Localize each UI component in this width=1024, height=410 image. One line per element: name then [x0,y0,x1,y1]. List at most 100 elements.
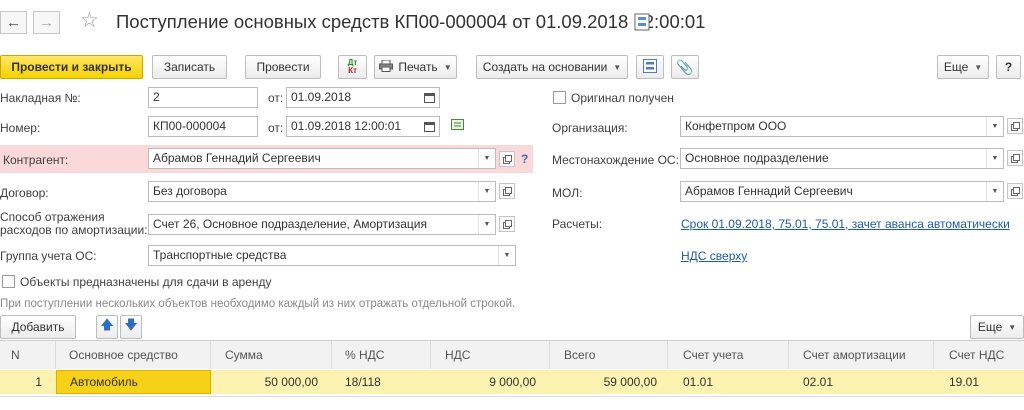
add-row-label: Добавить [11,320,65,334]
table-more-button[interactable]: Еще ▼ [970,315,1024,339]
table-cell-depreciation-account[interactable]: 02.01 [789,370,934,394]
post-and-close-button[interactable]: Провести и закрыть [0,55,143,79]
numbering-settings-icon[interactable] [451,119,466,135]
column-header-vat-account[interactable]: Счет НДС [934,341,1024,369]
depreciation-method-field[interactable]: Счет 26, Основное подразделение, Амортиз… [148,214,496,235]
more-label: Еще [943,60,969,74]
structure-button[interactable] [636,55,664,79]
mol-label: МОЛ: [552,186,583,200]
chevron-down-icon: ▼ [613,62,622,72]
counterparty-field[interactable]: Абрамов Геннадий Сергеевич ▼ [148,148,496,169]
printer-icon [379,59,394,75]
post-button[interactable]: Провести [245,55,321,79]
column-header-amount[interactable]: Сумма [211,341,332,369]
add-row-button[interactable]: Добавить [0,315,76,339]
chevron-down-icon[interactable]: ▼ [478,182,495,201]
star-icon[interactable]: ☆ [80,9,99,33]
table-cell-asset[interactable]: Автомобиль [56,370,211,394]
table-cell-amount[interactable]: 50 000,00 [211,370,332,394]
counterparty-value: Абрамов Геннадий Сергеевич [153,151,321,165]
back-button[interactable]: ← [0,11,27,34]
chevron-down-icon[interactable]: ▼ [986,117,1003,136]
table-row-n[interactable]: 1 [0,370,56,394]
mol-field[interactable]: Абрамов Геннадий Сергеевич ▼ [680,181,1004,202]
original-received-checkbox[interactable] [553,91,566,104]
location-value: Основное подразделение [685,151,829,165]
chevron-down-icon[interactable]: ▼ [478,149,495,168]
column-header-n[interactable]: N [0,341,56,369]
calendar-icon[interactable] [421,89,438,106]
asset-group-value: Транспортные средства [153,248,287,262]
settlements-link[interactable]: Срок 01.09.2018, 75.01, 75.01, зачет ава… [681,217,1010,231]
paperclip-icon: 📎 [676,58,694,75]
depreciation-method-value: Счет 26, Основное подразделение, Амортиз… [153,217,427,231]
column-header-account[interactable]: Счет учета [668,341,789,369]
column-header-depreciation-account[interactable]: Счет амортизации [789,341,934,369]
open-mol-button[interactable] [1007,183,1023,199]
chevron-down-icon[interactable]: ▼ [498,246,515,265]
more-button[interactable]: Еще ▼ [937,55,989,79]
chevron-down-icon[interactable]: ▼ [986,182,1003,201]
column-header-asset[interactable]: Основное средство [56,341,211,369]
number-date-field[interactable]: 01.09.2018 12:00:01 [286,116,440,137]
invoice-label: Накладная №: [0,91,81,105]
column-header-vat[interactable]: НДС [431,341,550,369]
depreciation-label-line1: Способ отражения [0,210,105,224]
post-and-close-label: Провести и закрыть [11,60,132,74]
table-cell-vat-rate[interactable]: 18/118 [332,370,431,394]
column-header-vat-rate[interactable]: % НДС [332,341,431,369]
counterparty-help-icon[interactable]: ? [521,152,528,166]
rent-checkbox[interactable] [2,275,15,288]
forward-button[interactable]: → [33,11,60,34]
invoice-number-field[interactable]: 2 [148,87,258,108]
open-organization-button[interactable] [1007,118,1023,134]
arrow-down-icon: 🡇 [124,317,138,332]
invoice-number-value: 2 [153,90,160,104]
location-field[interactable]: Основное подразделение ▼ [680,148,1004,169]
open-location-button[interactable] [1007,150,1023,166]
attach-button[interactable]: 📎 [671,55,699,79]
table-cell-total[interactable]: 59 000,00 [550,370,668,394]
structure-icon[interactable] [632,11,652,33]
help-label: ? [1004,60,1013,74]
mol-value: Абрамов Геннадий Сергеевич [685,184,853,198]
vat-on-top-link[interactable]: НДС сверху [681,249,747,263]
table-cell-account[interactable]: 01.01 [668,370,789,394]
table-cell-vat[interactable]: 9 000,00 [431,370,550,394]
print-button[interactable]: Печать ▼ [374,55,457,79]
organization-value: Конфетпром ООО [685,119,787,133]
save-button[interactable]: Записать [152,55,227,79]
dt-kt-button[interactable]: Дт Кт [338,55,367,79]
move-up-button[interactable]: 🡅 [96,315,118,339]
invoice-date-field[interactable]: 01.09.2018 [286,87,440,108]
chevron-down-icon[interactable]: ▼ [986,149,1003,168]
arrow-up-icon: 🡅 [100,317,114,332]
table-more-label: Еще [977,320,1003,334]
contract-label: Договор: [0,186,49,200]
print-label: Печать [398,60,438,74]
table-cell-vat-account[interactable]: 19.01 [934,370,1024,394]
open-counterparty-button[interactable] [499,151,515,167]
asset-group-label: Группа учета ОС: [0,249,97,263]
create-based-on-label: Создать на основании [482,60,608,74]
open-contract-button[interactable] [499,183,515,199]
open-depreciation-method-button[interactable] [499,216,515,232]
column-header-total[interactable]: Всего [550,341,668,369]
arrow-right-icon: → [39,14,54,31]
number-date-value: 01.09.2018 12:00:01 [291,119,402,133]
page-title: Поступление основных средств КП00-000004… [116,11,706,32]
chevron-down-icon[interactable]: ▼ [478,215,495,234]
asset-group-field[interactable]: Транспортные средства ▼ [148,245,516,266]
create-based-on-button[interactable]: Создать на основании ▼ [476,55,628,79]
calendar-icon[interactable] [421,118,438,135]
chevron-down-icon: ▼ [443,62,452,72]
move-down-button[interactable]: 🡇 [120,315,142,339]
number-field[interactable]: КП00-000004 [148,116,258,137]
number-label: Номер: [0,121,41,135]
help-button[interactable]: ? [996,55,1021,79]
number-value: КП00-000004 [153,119,227,133]
organization-field[interactable]: Конфетпром ООО ▼ [680,116,1004,137]
contract-field[interactable]: Без договора ▼ [148,181,496,202]
arrow-left-icon: ← [6,14,21,31]
save-label: Записать [163,60,216,74]
